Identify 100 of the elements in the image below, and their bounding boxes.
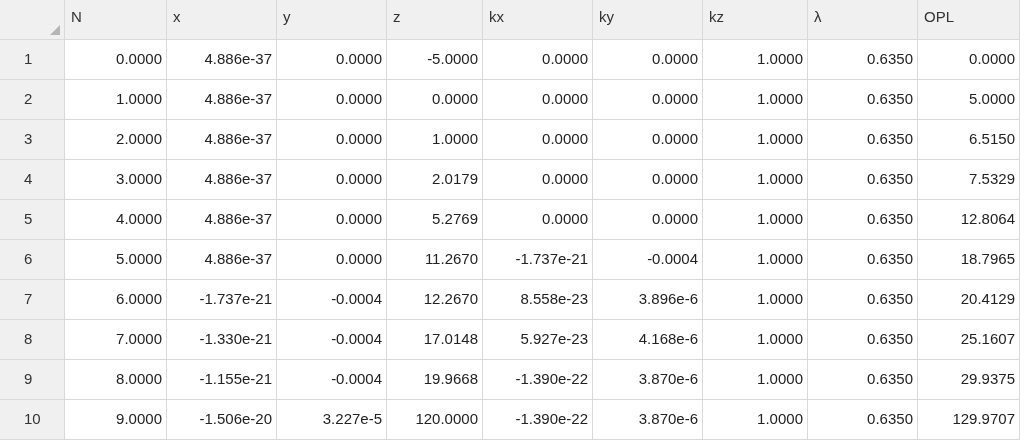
table-cell: 4.886e-37 (167, 240, 277, 280)
table-cell: 9.0000 (65, 400, 167, 440)
table-cell: 5.0000 (65, 240, 167, 280)
table-cell: 0.0000 (277, 40, 387, 80)
select-all-icon[interactable] (50, 25, 60, 35)
table-cell: -1.737e-21 (483, 240, 593, 280)
row-header[interactable]: 6 (0, 240, 65, 280)
table-cell: 4.886e-37 (167, 160, 277, 200)
table-cell: 0.6350 (808, 320, 918, 360)
table-cell: 0.0000 (483, 120, 593, 160)
table-cell: -0.0004 (277, 360, 387, 400)
table-cell: 19.9668 (387, 360, 483, 400)
table-cell: -0.0004 (593, 240, 703, 280)
table-cell: 0.0000 (65, 40, 167, 80)
table-cell: -1.390e-22 (483, 360, 593, 400)
table-cell: 0.0000 (387, 80, 483, 120)
table-cell: 0.0000 (277, 200, 387, 240)
table-cell: 5.927e-23 (483, 320, 593, 360)
row-header[interactable]: 3 (0, 120, 65, 160)
table-cell: -1.506e-20 (167, 400, 277, 440)
table-cell: 1.0000 (703, 320, 808, 360)
table-cell: 3.896e-6 (593, 280, 703, 320)
table-cell: 0.0000 (593, 200, 703, 240)
table-cell: 3.870e-6 (593, 360, 703, 400)
table-cell: 11.2670 (387, 240, 483, 280)
table-cell: 1.0000 (703, 360, 808, 400)
row-header[interactable]: 2 (0, 80, 65, 120)
table-cell: 1.0000 (703, 240, 808, 280)
column-header[interactable]: kz (703, 0, 808, 40)
table-cell: 12.2670 (387, 280, 483, 320)
table-cell: 0.6350 (808, 400, 918, 440)
table-cell: -1.155e-21 (167, 360, 277, 400)
table-cell: 0.0000 (483, 160, 593, 200)
table-cell: 0.0000 (277, 160, 387, 200)
table-cell: 4.168e-6 (593, 320, 703, 360)
table-cell: 4.886e-37 (167, 120, 277, 160)
table-cell: 4.886e-37 (167, 200, 277, 240)
row-header[interactable]: 1 (0, 40, 65, 80)
column-header[interactable]: OPL (918, 0, 1020, 40)
table-cell: 4.886e-37 (167, 80, 277, 120)
table-cell: 17.0148 (387, 320, 483, 360)
table-cell: 0.0000 (277, 120, 387, 160)
table-cell: 0.6350 (808, 80, 918, 120)
table-cell: 7.0000 (65, 320, 167, 360)
table-cell: -1.737e-21 (167, 280, 277, 320)
column-header[interactable]: y (277, 0, 387, 40)
row-header[interactable]: 5 (0, 200, 65, 240)
table-cell: 8.558e-23 (483, 280, 593, 320)
table-cell: 0.0000 (483, 80, 593, 120)
table-cell: 0.6350 (808, 200, 918, 240)
table-cell: 3.870e-6 (593, 400, 703, 440)
table-cell: 0.6350 (808, 280, 918, 320)
table-cell: 0.0000 (593, 80, 703, 120)
table-cell: -0.0004 (277, 280, 387, 320)
table-cell: 1.0000 (703, 120, 808, 160)
table-cell: 0.6350 (808, 40, 918, 80)
table-cell: 0.0000 (593, 40, 703, 80)
table-cell: 1.0000 (387, 120, 483, 160)
table-cell: 0.0000 (593, 120, 703, 160)
table-cell: -1.330e-21 (167, 320, 277, 360)
column-header[interactable]: kx (483, 0, 593, 40)
table-cell: 0.0000 (483, 40, 593, 80)
table-cell: 0.0000 (593, 160, 703, 200)
column-header[interactable]: λ (808, 0, 918, 40)
column-header[interactable]: ky (593, 0, 703, 40)
row-header[interactable]: 7 (0, 280, 65, 320)
table-cell: 3.0000 (65, 160, 167, 200)
column-header[interactable]: z (387, 0, 483, 40)
table-cell: -5.0000 (387, 40, 483, 80)
row-header[interactable]: 8 (0, 320, 65, 360)
table-cell: -0.0004 (277, 320, 387, 360)
table-cell: 4.0000 (65, 200, 167, 240)
table-cell: 0.6350 (808, 360, 918, 400)
table-cell: 2.0000 (65, 120, 167, 160)
table-cell: 1.0000 (703, 280, 808, 320)
table-cell: 1.0000 (703, 40, 808, 80)
row-header[interactable]: 10 (0, 400, 65, 440)
table-cell: 0.0000 (277, 80, 387, 120)
table-cell: 5.2769 (387, 200, 483, 240)
table-cell: 1.0000 (703, 160, 808, 200)
column-header[interactable]: N (65, 0, 167, 40)
table-cell: 120.0000 (387, 400, 483, 440)
table-cell: 0.0000 (483, 200, 593, 240)
row-header[interactable]: 9 (0, 360, 65, 400)
column-header[interactable]: x (167, 0, 277, 40)
table-cell: 6.0000 (65, 280, 167, 320)
table-cell: 1.0000 (703, 200, 808, 240)
table-cell: 4.886e-37 (167, 40, 277, 80)
table-cell: 1.0000 (65, 80, 167, 120)
table-cell: 0.0000 (277, 240, 387, 280)
table-cell: 3.227e-5 (277, 400, 387, 440)
table-cell: 1.0000 (703, 400, 808, 440)
table-cell: 1.0000 (703, 80, 808, 120)
table-cell: 0.6350 (808, 160, 918, 200)
table-cell: 8.0000 (65, 360, 167, 400)
row-header[interactable]: 4 (0, 160, 65, 200)
table-cell: 2.0179 (387, 160, 483, 200)
table-cell: 0.6350 (808, 240, 918, 280)
table-cell: -1.390e-22 (483, 400, 593, 440)
table-cell: 0.6350 (808, 120, 918, 160)
